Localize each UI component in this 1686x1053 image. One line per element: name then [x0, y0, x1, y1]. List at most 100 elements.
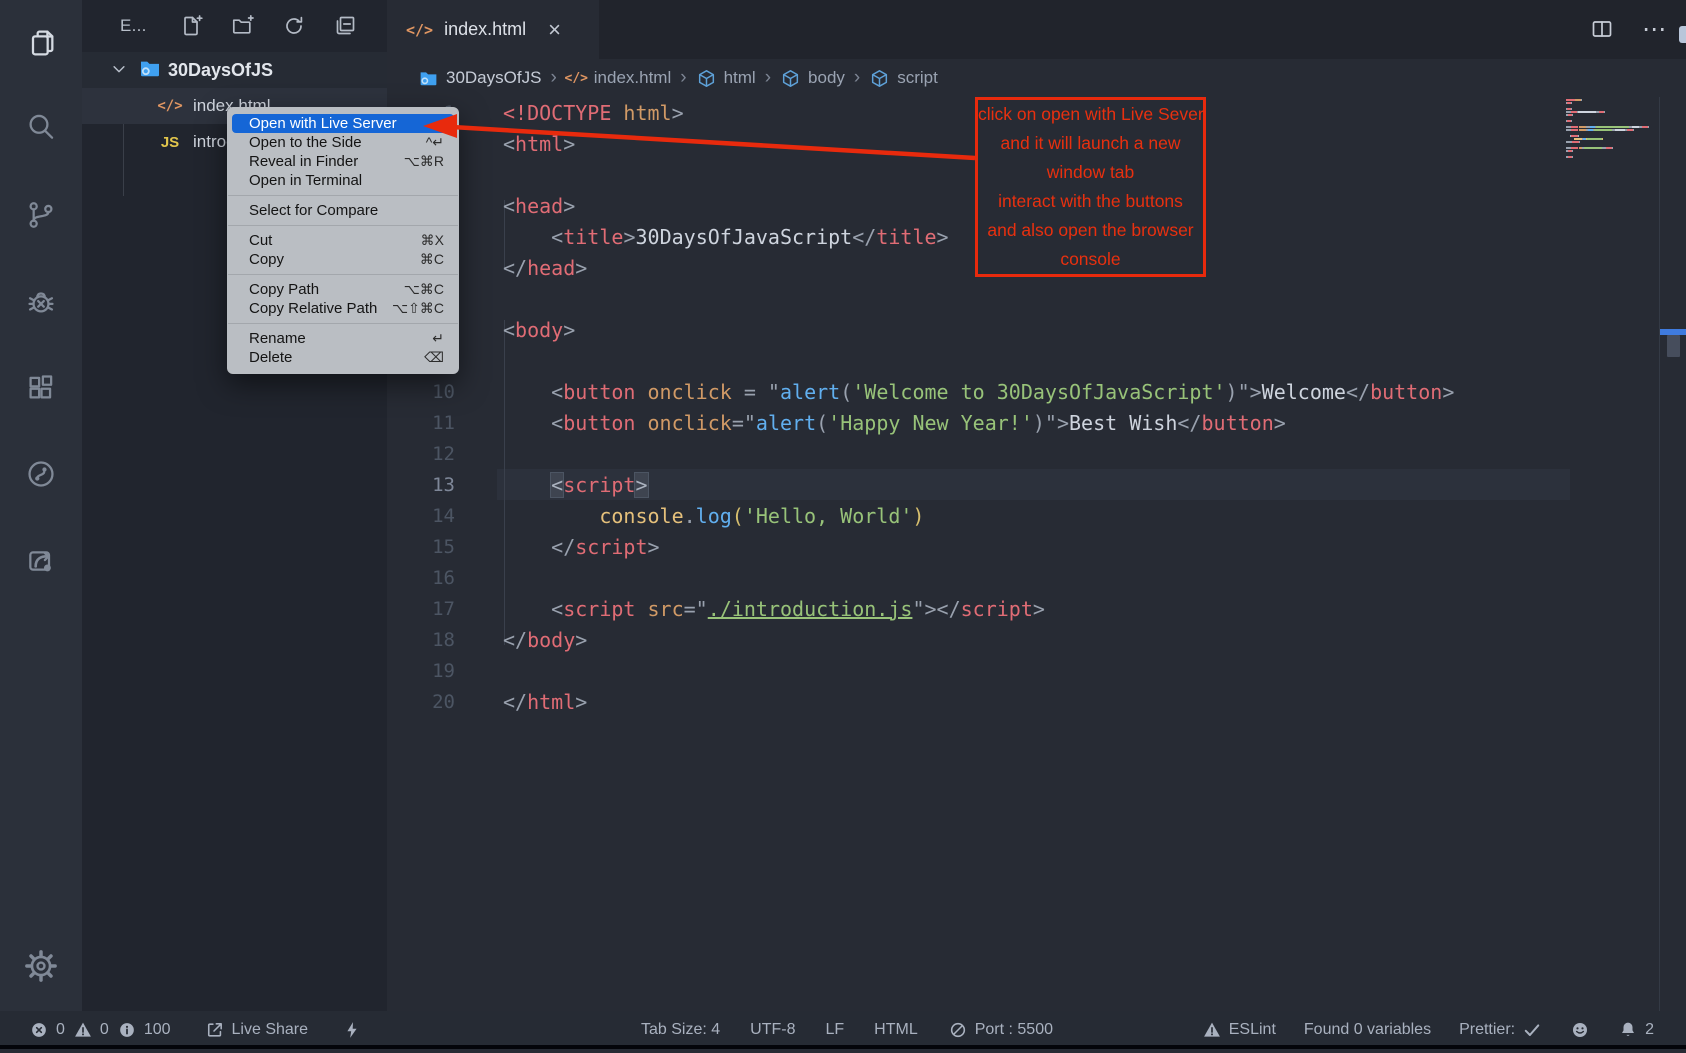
- feedback-smiley[interactable]: [1570, 1020, 1590, 1040]
- refresh-icon[interactable]: [282, 14, 306, 38]
- menu-item-shortcut: ⌥⌘C: [404, 281, 444, 298]
- breadcrumb-label: html: [724, 68, 756, 88]
- line-number: 17: [387, 598, 455, 620]
- menu-item-open-to-the-side[interactable]: Open to the Side^↵: [232, 133, 454, 152]
- breadcrumb-html[interactable]: html: [696, 68, 756, 89]
- breadcrumb-body[interactable]: body: [780, 68, 845, 89]
- notifications-bell[interactable]: 2: [1618, 1020, 1654, 1040]
- eslint-status[interactable]: ESLint: [1202, 1020, 1276, 1040]
- menu-item-rename[interactable]: Rename↵: [232, 329, 454, 348]
- status-bar: 00 100 Live Share Tab Size: 4 UTF-8 LF HTML Po…: [0, 1011, 1686, 1049]
- js-file-icon: JS: [155, 134, 185, 151]
- menu-item-label: Open to the Side: [249, 134, 426, 151]
- live-server-port[interactable]: Port : 5500: [948, 1020, 1053, 1040]
- new-file-icon[interactable]: [180, 14, 204, 38]
- liveserver-icon[interactable]: [24, 544, 58, 578]
- source-control-icon[interactable]: [24, 198, 58, 232]
- folder-icon: [138, 56, 162, 85]
- gear-icon[interactable]: [24, 949, 58, 983]
- menu-item-delete[interactable]: Delete⌫: [232, 348, 454, 367]
- breadcrumb-30DaysOfJS[interactable]: 30DaysOfJS: [418, 68, 541, 89]
- breadcrumb-index-html[interactable]: </> index.html: [566, 68, 671, 89]
- breadcrumb-label: index.html: [594, 68, 671, 88]
- annotation-text-line: and it will launch a new: [978, 129, 1203, 158]
- breadcrumb-separator: ›: [680, 67, 686, 89]
- search-icon[interactable]: [24, 110, 58, 144]
- encoding[interactable]: UTF-8: [750, 1021, 795, 1039]
- menu-item-reveal-in-finder[interactable]: Reveal in Finder⌥⌘R: [232, 152, 454, 171]
- live-server-port-label: Port : 5500: [975, 1021, 1053, 1039]
- more-actions-icon[interactable]: ⋯: [1642, 15, 1668, 44]
- tab-index-html[interactable]: </> index.html ×: [387, 0, 599, 59]
- info-count-label: 100: [144, 1021, 171, 1039]
- scrollbar-thumb[interactable]: [1667, 335, 1680, 357]
- menu-item-copy[interactable]: Copy⌘C: [232, 250, 454, 269]
- cube-icon: [780, 68, 801, 89]
- annotation-text-line: console: [978, 245, 1203, 274]
- menu-item-cut[interactable]: Cut⌘X: [232, 231, 454, 250]
- explorer-header: E...: [82, 0, 387, 52]
- files-icon[interactable]: [24, 26, 58, 60]
- menu-item-shortcut: ⌥⇧⌘C: [392, 300, 444, 317]
- menu-item-shortcut: ^↵: [426, 134, 444, 151]
- code-line: 7: [387, 283, 1686, 314]
- split-editor-icon[interactable]: [1590, 17, 1616, 43]
- menu-item-shortcut: ⌘X: [421, 232, 444, 249]
- menu-item-copy-relative-path[interactable]: Copy Relative Path⌥⇧⌘C: [232, 299, 454, 318]
- debug-icon[interactable]: [24, 285, 58, 319]
- encoding-label: UTF-8: [750, 1021, 795, 1039]
- code-tag-icon: </>: [406, 21, 433, 39]
- menu-item-select-for-compare[interactable]: Select for Compare: [232, 201, 454, 220]
- context-menu: Open with Live ServerOpen to the Side^↵R…: [227, 107, 459, 374]
- collapse-icon[interactable]: [333, 14, 357, 38]
- menu-item-open-in-terminal[interactable]: Open in Terminal: [232, 171, 454, 190]
- tab-size[interactable]: Tab Size: 4: [641, 1021, 720, 1039]
- liveshare-icon[interactable]: [24, 457, 58, 491]
- code-line: 8<body>: [387, 314, 1686, 345]
- breadcrumb-label: body: [808, 68, 845, 88]
- live-share-status-label: Live Share: [232, 1021, 309, 1039]
- code-tag-icon: </>: [566, 68, 587, 89]
- slash-circle-icon: [948, 1020, 968, 1040]
- language-mode[interactable]: HTML: [874, 1021, 918, 1039]
- errors-count[interactable]: 0: [29, 1020, 65, 1040]
- folder-label: 30DaysOfJS: [168, 60, 273, 81]
- bolt-status[interactable]: [342, 1020, 362, 1040]
- code-line: 20</html>: [387, 686, 1686, 717]
- menu-item-label: Reveal in Finder: [249, 153, 404, 170]
- prettier-status[interactable]: Prettier:: [1459, 1020, 1542, 1040]
- menu-item-shortcut: ⌥⌘R: [404, 153, 444, 170]
- info-count[interactable]: 100: [117, 1020, 171, 1040]
- menu-item-label: Open with Live Server: [249, 115, 444, 132]
- code-line: 14 console.log('Hello, World'): [387, 500, 1686, 531]
- menu-item-label: Copy: [249, 251, 420, 268]
- breadcrumb-separator: ›: [765, 67, 771, 89]
- code-line: 15 </script>: [387, 531, 1686, 562]
- close-icon[interactable]: ×: [548, 19, 561, 41]
- folder-icon: [418, 68, 439, 89]
- folder-row-30daysofjs[interactable]: 30DaysOfJS: [82, 52, 387, 88]
- new-folder-icon[interactable]: [231, 14, 255, 38]
- breadcrumb-script[interactable]: script: [869, 68, 938, 89]
- code-line: 13 <script>: [387, 469, 1686, 500]
- variables-count[interactable]: Found 0 variables: [1304, 1021, 1431, 1039]
- minimap[interactable]: [1566, 99, 1654, 159]
- eol[interactable]: LF: [825, 1021, 844, 1039]
- menu-separator: [228, 323, 458, 324]
- menu-separator: [228, 195, 458, 196]
- menu-item-open-with-live-server[interactable]: Open with Live Server: [232, 114, 454, 133]
- line-number: 11: [387, 412, 455, 434]
- language-mode-label: HTML: [874, 1021, 918, 1039]
- vscode-window: E... 30DaysOfJS </>index.htmlJSintroduct…: [0, 0, 1686, 1053]
- menu-item-copy-path[interactable]: Copy Path⌥⌘C: [232, 280, 454, 299]
- live-share-status[interactable]: Live Share: [205, 1020, 309, 1040]
- warnings-count[interactable]: 0: [73, 1020, 109, 1040]
- explorer-title: E...: [120, 16, 180, 36]
- menu-item-shortcut: ↵: [432, 330, 444, 347]
- share-export-icon: [205, 1020, 225, 1040]
- line-number: 20: [387, 691, 455, 713]
- extensions-icon[interactable]: [24, 371, 58, 405]
- line-number: 18: [387, 629, 455, 651]
- menu-item-label: Rename: [249, 330, 432, 347]
- tab-bar: </> index.html × ⋯: [387, 0, 1686, 59]
